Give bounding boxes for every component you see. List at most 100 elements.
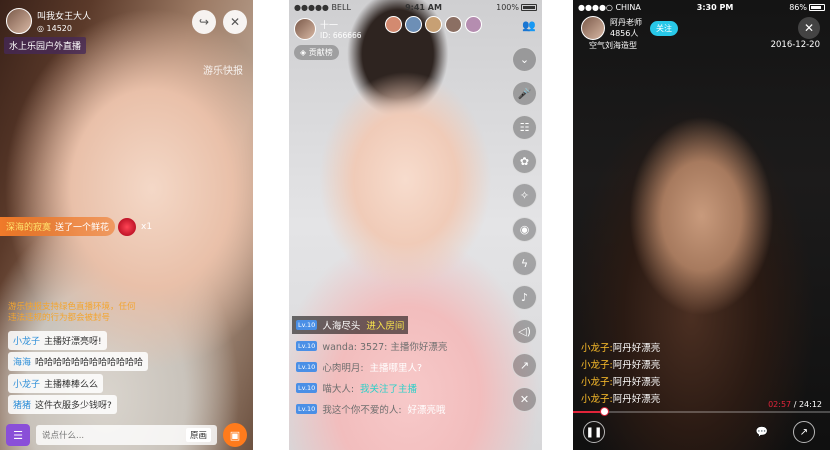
menu-icon: ☰	[13, 428, 23, 442]
avatar[interactable]	[6, 8, 32, 34]
speaker-icon[interactable]: ◁)	[512, 319, 537, 344]
audience-avatar[interactable]	[405, 16, 422, 33]
level-badge: Lv.10	[296, 383, 318, 393]
chat-text: 阿丹好漂亮	[612, 394, 661, 405]
chat-text: 好漂亮哦	[407, 405, 446, 416]
gift-pill: 深海的寂寞 送了一个鲜花	[0, 217, 116, 236]
close-icon[interactable]: ✕	[223, 10, 247, 34]
gift-text: 送了一个鲜花	[55, 223, 110, 233]
chat-input-placeholder: 说点什么...	[42, 431, 85, 441]
chat-message: Lv.10 人海尽头 进入房间	[292, 316, 409, 334]
live-stream-screen-2: ●●●●● BELL 9:41 AM 100% 十一 ID: 666666 👥 …	[289, 0, 542, 450]
chat-user[interactable]: 小龙子:	[581, 394, 613, 405]
battery-icon	[521, 3, 537, 11]
magic-wand-icon[interactable]: ✧	[512, 183, 537, 208]
side-toolbar: ⌄ 🎤 ☷ ✿ ✧ ◉ ϟ ♪ ◁) ↗ ✕	[512, 47, 537, 412]
progress-handle[interactable]	[599, 407, 609, 416]
bottom-bar: ☰ 说点什么... 原画 ▣	[0, 420, 253, 450]
chat-user[interactable]: 人海尽头	[322, 318, 360, 332]
gift-sender: 深海的寂寞	[6, 223, 52, 233]
fans-count: 14520	[46, 24, 72, 33]
battery-status: 86%	[789, 3, 825, 12]
chat-user[interactable]: 海海	[13, 355, 31, 368]
contribution-rank-button[interactable]: ◈ 贡献榜	[294, 45, 339, 60]
live-stream-screen-1: 叫我女王大人 ◎ 14520 ↪ ✕ 水上乐园户外直播 游乐快报 深海的寂寞 送了…	[0, 0, 253, 450]
host-info[interactable]: 阿丹老师 4856人 关注	[581, 16, 678, 40]
chat-text: 我关注了主播	[360, 384, 418, 395]
chat-text: 阿丹好漂亮	[612, 343, 661, 354]
chat-text: 哈哈哈哈哈哈哈哈哈哈哈哈	[35, 358, 144, 368]
avatar[interactable]	[294, 18, 316, 40]
chat-message: 小龙子:阿丹好漂亮	[581, 340, 660, 354]
chat-user[interactable]: 小龙子	[13, 377, 40, 390]
stream-date: 2016-12-20	[770, 40, 820, 50]
chat-user[interactable]: 小龙子	[13, 334, 40, 347]
follow-button[interactable]: 关注	[650, 20, 678, 36]
chat-user[interactable]: 小龙子:	[581, 343, 613, 354]
chat-user[interactable]: 我这个你不爱的人:	[322, 402, 401, 416]
chat-message: 小龙子:阿丹好漂亮	[581, 357, 660, 371]
menu-button[interactable]: ☰	[6, 424, 30, 446]
gift-box-icon: ▣	[229, 428, 241, 442]
host-info[interactable]: 叫我女王大人 ◎ 14520	[6, 8, 91, 34]
status-bar: ●●●●○ CHINA 3:30 PM 86%	[573, 0, 830, 14]
chat-message: 小龙子 主播棒棒么么	[8, 374, 104, 393]
stream-tag: 空气刘海造型	[589, 41, 637, 50]
chat-text: 主播棒棒么么	[44, 380, 99, 390]
chat-user[interactable]: 喵大人:	[322, 381, 354, 395]
chat-user[interactable]: 小龙子:	[581, 360, 613, 371]
audience-avatar[interactable]	[385, 16, 402, 33]
sticker-icon[interactable]: ✿	[512, 149, 537, 174]
flash-icon[interactable]: ϟ	[512, 251, 537, 276]
gift-notification: 深海的寂寞 送了一个鲜花 x1	[0, 217, 152, 236]
contribution-label: 贡献榜	[308, 48, 333, 57]
pause-button[interactable]: ❚❚	[583, 421, 605, 443]
chat-text: 阿丹好漂亮	[612, 360, 661, 371]
host-info[interactable]: 十一 ID: 666666	[294, 18, 362, 40]
level-badge: Lv.10	[296, 320, 318, 330]
chat-user[interactable]: 心肉明月:	[322, 360, 363, 374]
original-quality-button[interactable]: 原画	[185, 428, 211, 442]
audience-avatar[interactable]	[445, 16, 462, 33]
battery-level: 100%	[496, 2, 519, 12]
avatar[interactable]	[581, 16, 605, 40]
level-badge: Lv.10	[296, 404, 318, 414]
carrier: ●●●●○ CHINA	[578, 2, 641, 12]
share-button[interactable]: ↗	[793, 421, 815, 443]
audience-avatar[interactable]	[425, 16, 442, 33]
host-name: 十一	[320, 21, 339, 31]
chat-text: 主播哪里人?	[369, 363, 423, 374]
comment-button[interactable]: 💬	[751, 421, 773, 443]
chat-message: Lv.10 我这个你不爱的人: 好漂亮哦	[292, 400, 450, 418]
chat-message: Lv.10 心肉明月: 主播哪里人?	[292, 358, 426, 376]
audience-avatar[interactable]	[465, 16, 482, 33]
host-name: 阿丹老师	[610, 18, 642, 27]
chevron-down-icon[interactable]: ⌄	[512, 47, 537, 72]
chat-message: Lv.10 wanda: 3527: 主播你好漂亮	[292, 337, 451, 355]
camera-icon[interactable]: ◉	[512, 217, 537, 242]
people-icon[interactable]: 👥	[522, 19, 536, 33]
host-fans: ◎ 14520	[37, 24, 72, 33]
chat-input[interactable]: 说点什么... 原画	[36, 425, 217, 445]
close-icon[interactable]: ✕	[798, 17, 820, 39]
level-badge: Lv.10	[296, 362, 318, 372]
close-icon[interactable]: ✕	[512, 387, 537, 412]
system-notice: 游乐快报支持绿色直播环境，任何违法违规的行为都会被封号	[8, 302, 136, 323]
chat-icon[interactable]: ☷	[512, 115, 537, 140]
flower-icon	[118, 217, 137, 236]
bell-icon[interactable]: ♪	[512, 285, 537, 310]
mic-icon[interactable]: 🎤	[512, 81, 537, 106]
pause-icon: ❚❚	[585, 426, 603, 438]
share-icon[interactable]: ↗	[512, 353, 537, 378]
battery-level: 86%	[789, 2, 807, 12]
chat-user[interactable]: 小龙子:	[581, 377, 613, 388]
progress-bar[interactable]	[573, 407, 830, 416]
host-id: ID: 666666	[320, 31, 362, 40]
room-title: 水上乐园户外直播	[4, 37, 87, 54]
gift-button[interactable]: ▣	[223, 423, 247, 447]
chat-user[interactable]: 猪猪	[13, 398, 31, 411]
share-icon[interactable]: ↪	[192, 10, 216, 34]
time-total: 24:12	[798, 400, 822, 409]
playback-time: 02:57 / 24:12	[768, 400, 822, 409]
chat-text: 阿丹好漂亮	[612, 377, 661, 388]
